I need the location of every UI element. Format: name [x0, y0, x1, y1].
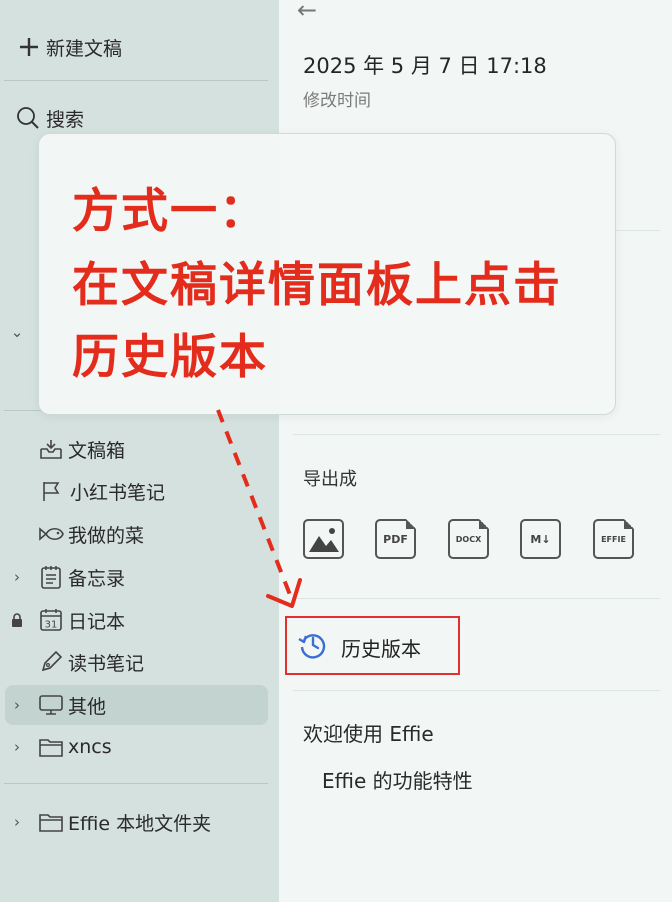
markdown-icon-label: M↓	[530, 532, 551, 546]
sidebar-divider	[4, 783, 268, 784]
inbox-icon	[34, 429, 68, 469]
folder-icon	[34, 727, 68, 767]
folder-icon	[34, 802, 68, 842]
sidebar-item-label: 我做的菜	[68, 524, 145, 547]
chevron-right-icon[interactable]: ›	[0, 696, 34, 714]
search-label: 搜索	[46, 108, 85, 131]
callout-line-2: 在文稿详情面板上点击	[72, 258, 562, 313]
panel-divider	[293, 598, 660, 599]
svg-text:31: 31	[45, 620, 58, 631]
sidebar-item-label: 其他	[68, 695, 107, 718]
calendar-icon: 31	[34, 600, 68, 640]
callout-line-1: 方式一：	[72, 184, 268, 239]
back-arrow-icon[interactable]: ←	[297, 0, 317, 24]
image-icon	[308, 528, 339, 552]
sidebar-item-label: xncs	[68, 736, 112, 758]
sidebar-item-reading-notes[interactable]: 读书笔记	[0, 642, 279, 682]
lock-icon	[0, 613, 34, 627]
modified-time-label: 修改时间	[303, 91, 371, 111]
sidebar-item-xiaohongshu[interactable]: 小红书笔记	[0, 471, 279, 511]
export-image-button[interactable]	[303, 519, 344, 559]
pen-icon	[34, 642, 68, 682]
sidebar-item-recipes[interactable]: 我做的菜	[0, 514, 279, 554]
history-icon[interactable]	[298, 630, 328, 660]
memo-icon	[34, 557, 68, 597]
sidebar-item-memo[interactable]: › 备忘录	[0, 557, 279, 597]
new-document-button[interactable]: 新建文稿	[0, 27, 279, 67]
sidebar-item-xncs[interactable]: › xncs	[0, 727, 279, 767]
docx-icon-label: DOCX	[455, 534, 482, 544]
flag-icon	[34, 471, 68, 511]
new-document-label: 新建文稿	[46, 37, 123, 60]
export-markdown-button[interactable]: M↓	[520, 519, 561, 559]
sidebar-item-label: 备忘录	[68, 567, 126, 590]
sidebar-item-label: Effie 本地文件夹	[68, 812, 212, 835]
sidebar-item-other[interactable]: › 其他	[0, 685, 279, 725]
sidebar-item-label: 读书笔记	[68, 652, 145, 675]
sidebar-item-inbox[interactable]: 文稿箱	[0, 429, 279, 469]
export-pdf-button[interactable]: PDF	[375, 519, 416, 559]
panel-divider	[293, 690, 660, 691]
history-versions-button[interactable]: 历史版本	[341, 633, 421, 662]
sidebar-item-diary[interactable]: 31 日记本	[0, 600, 279, 640]
export-docx-button[interactable]: DOCX	[448, 519, 489, 559]
export-effie-button[interactable]: EFFIE	[593, 519, 634, 559]
sidebar-item-local-folder[interactable]: › Effie 本地文件夹	[0, 802, 279, 842]
outline-doc-title[interactable]: 欢迎使用 Effie	[303, 718, 434, 747]
search-button[interactable]: 搜索	[0, 98, 279, 138]
sidebar-divider	[4, 80, 268, 81]
outline-doc-subtitle[interactable]: Effie 的功能特性	[322, 765, 473, 794]
plus-icon	[0, 27, 44, 67]
effie-icon-label: EFFIE	[601, 534, 626, 544]
sidebar-item-label: 小红书笔记	[70, 481, 166, 504]
collapse-toggle[interactable]: ⌄	[0, 312, 34, 352]
chevron-right-icon[interactable]: ›	[0, 813, 34, 831]
monitor-icon	[34, 685, 68, 725]
chevron-right-icon[interactable]: ›	[0, 568, 34, 586]
pdf-icon-label: PDF	[383, 532, 408, 546]
chevron-down-icon: ⌄	[10, 323, 24, 341]
fish-icon	[34, 514, 68, 554]
panel-divider	[293, 434, 660, 435]
sidebar-item-label: 文稿箱	[68, 439, 126, 462]
sidebar-item-label: 日记本	[68, 610, 126, 633]
search-icon	[0, 98, 44, 138]
modified-time: 2025 年 5 月 7 日 17:18	[303, 54, 547, 78]
export-title: 导出成	[303, 469, 357, 490]
callout-line-3: 历史版本	[72, 330, 268, 385]
chevron-right-icon[interactable]: ›	[0, 738, 34, 756]
